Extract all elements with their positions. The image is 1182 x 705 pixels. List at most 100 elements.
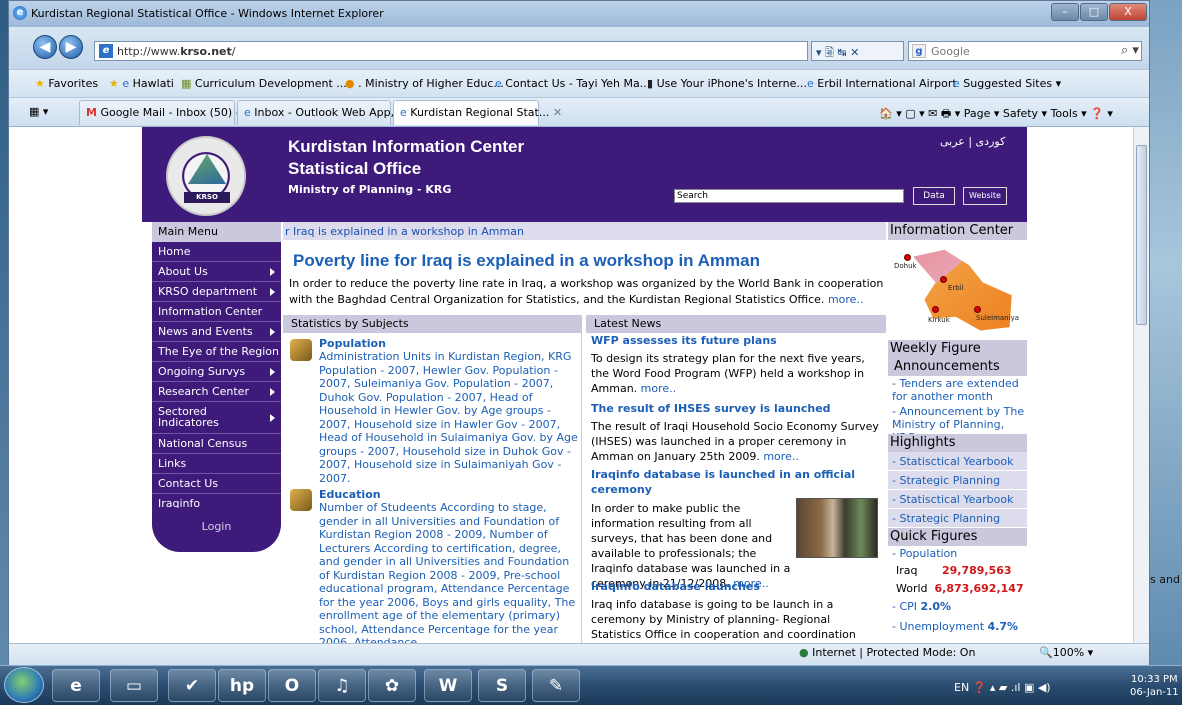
population-title[interactable]: Population <box>319 337 386 350</box>
menu-item-links[interactable]: Links <box>152 454 281 474</box>
weekly-heading: Weekly Figure <box>888 340 1027 358</box>
highlight-item[interactable]: - Statisctical Yearbook <box>888 490 1027 509</box>
start-button[interactable] <box>4 667 44 703</box>
address-bar[interactable]: e http://www.krso.net/ <box>94 41 808 61</box>
map-marker[interactable] <box>974 306 981 313</box>
taskbar-itunes-icon[interactable]: ♫ <box>318 669 366 702</box>
population-links[interactable]: Administration Units in Kurdistan Region… <box>319 350 581 485</box>
taskbar-word-icon[interactable]: W <box>424 669 472 702</box>
quick-tabs-icon[interactable]: ▦ ▾ <box>29 105 48 118</box>
security-zone[interactable]: ● Internet | Protected Mode: On <box>799 646 975 659</box>
menu-item-research[interactable]: Research Center <box>152 382 281 402</box>
cpi-figure[interactable]: - CPI 2.0% <box>892 600 1026 613</box>
map-marker[interactable] <box>904 254 911 261</box>
favorites-button[interactable]: ★ Favorites <box>35 77 98 90</box>
fav-item-airport[interactable]: e Erbil International Airport <box>807 77 957 90</box>
website-button[interactable]: Website <box>963 187 1007 205</box>
news-body: Iraq info database is going to be launch… <box>591 598 856 641</box>
login-link[interactable]: Login <box>152 520 281 533</box>
ie-icon: e <box>13 6 27 20</box>
more-link[interactable]: more.. <box>641 382 677 395</box>
fav-item-curriculum[interactable]: ▦ Curriculum Development ... <box>181 77 347 90</box>
news-title[interactable]: Iraqinfo database is launched in an offi… <box>591 467 871 497</box>
headline[interactable]: Poverty line for Iraq is explained in a … <box>293 251 760 271</box>
submenu-arrow-icon <box>270 268 275 276</box>
language-indicator[interactable]: EN <box>954 681 969 694</box>
map-label: Dohuk <box>894 262 917 270</box>
kurdistan-map[interactable]: Dohuk Erbil Kirkuk Suleimaniya <box>888 240 1027 340</box>
title-bar[interactable]: e Kurdistan Regional Statistical Office … <box>9 1 1149 27</box>
language-links[interactable]: كوردى | عربى <box>940 135 1005 148</box>
fav-item-hawlati[interactable]: ★ e Hawlati <box>109 77 174 90</box>
more-link[interactable]: more.. <box>763 450 799 463</box>
more-link[interactable]: more.. <box>828 293 864 306</box>
news-title[interactable]: Iraqinfo database launches <box>591 579 881 594</box>
krso-site: KRSO Kurdistan Information Center Statis… <box>142 127 1027 643</box>
menu-item-surveys[interactable]: Ongoing Survys <box>152 362 281 382</box>
system-tray[interactable]: EN ❓ ▴ ▰ .ıl ▣ ◀) <box>954 681 1051 694</box>
menu-item-info-center[interactable]: Information Center <box>152 302 281 322</box>
site-subtitle: Statistical Office <box>288 159 422 178</box>
menu-item-contact[interactable]: Contact Us <box>152 474 281 494</box>
menu-item-home[interactable]: Home <box>152 242 281 262</box>
forward-button[interactable]: ▶ <box>59 35 83 59</box>
highlight-item[interactable]: - Strategic Planning <box>888 509 1027 528</box>
menu-item-news[interactable]: News and Events <box>152 322 281 342</box>
menu-item-eye[interactable]: The Eye of the Region <box>152 342 281 362</box>
announcements-heading: Announcements <box>888 358 1027 376</box>
menu-item-about[interactable]: About Us <box>152 262 281 282</box>
main-menu-heading: Main Menu <box>152 222 281 242</box>
menu-item-sectored[interactable]: Sectored Indicatores <box>152 402 281 434</box>
search-icon[interactable]: ⌕ ▾ <box>1121 43 1139 58</box>
minimize-button[interactable]: – <box>1051 3 1079 21</box>
fav-item-iphone[interactable]: ▮ Use Your iPhone's Interne... <box>647 77 807 90</box>
command-bar[interactable]: 🏠 ▾ ▢ ▾ ✉ 🖶 ▾ Page ▾ Safety ▾ Tools ▾ ❓ … <box>879 105 1113 124</box>
taskbar-paint-icon[interactable]: ✎ <box>532 669 580 702</box>
menu-item-census[interactable]: National Census <box>152 434 281 454</box>
desktop-text: s and <box>1150 573 1180 586</box>
news-title[interactable]: The result of IHSES survey is launched <box>591 401 881 416</box>
taskbar-explorer-icon[interactable]: ▭ <box>110 669 158 702</box>
news-ticker[interactable]: r Iraq is explained in a workshop in Amm… <box>283 222 886 240</box>
news-heading: Latest News <box>586 315 886 333</box>
highlight-item[interactable]: - Strategic Planning <box>888 471 1027 490</box>
fav-item-contact[interactable]: e Contact Us - Tayi Yeh Ma... <box>495 77 650 90</box>
ceremony-photo[interactable] <box>796 498 878 558</box>
menu-item-department[interactable]: KRSO department <box>152 282 281 302</box>
highlights-heading: Highlights <box>888 434 1027 452</box>
tab-krso[interactable]: e Kurdistan Regional Stat... ✕ <box>393 100 562 125</box>
taskbar-office-icon[interactable]: O <box>268 669 316 702</box>
maximize-button[interactable]: □ <box>1080 3 1108 21</box>
submenu-arrow-icon <box>270 328 275 336</box>
clock[interactable]: 10:33 PM 06-Jan-11 <box>1130 673 1179 699</box>
taskbar-check-icon[interactable]: ✔ <box>168 669 216 702</box>
tab-outlook[interactable]: e Inbox - Outlook Web App, ... <box>237 100 408 125</box>
zoom-control[interactable]: 🔍100% ▾ <box>1039 646 1093 659</box>
browser-window: e Kurdistan Regional Statistical Office … <box>8 0 1150 665</box>
highlight-item[interactable]: - Statisctical Yearbook <box>888 452 1027 471</box>
fav-item-suggested[interactable]: e Suggested Sites ▾ <box>953 77 1061 90</box>
scroll-thumb[interactable] <box>1136 145 1147 325</box>
krso-logo[interactable]: KRSO <box>166 136 246 216</box>
data-button[interactable]: Data <box>913 187 955 205</box>
taskbar-hp-icon[interactable]: hp <box>218 669 266 702</box>
unemployment-figure[interactable]: - Unemployment 4.7% <box>892 620 1026 633</box>
map-marker[interactable] <box>940 276 947 283</box>
education-links[interactable]: Number of Studeents According to stage, … <box>319 501 581 643</box>
site-search-input[interactable]: Search <box>674 189 904 203</box>
population-label[interactable]: - Population <box>892 547 1026 560</box>
fav-item-ministry[interactable]: ● . Ministry of Higher Educ... <box>345 77 504 90</box>
taskbar-ie-icon[interactable]: e <box>52 669 100 702</box>
tab-gmail[interactable]: M Google Mail - Inbox (50) - j... <box>79 100 257 125</box>
search-input[interactable]: g Google ⌕ ▾ <box>908 41 1142 61</box>
address-tools[interactable]: ▾ 🗟 ↹ ✕ <box>811 41 904 61</box>
close-button[interactable]: X <box>1109 3 1147 21</box>
map-marker[interactable] <box>932 306 939 313</box>
education-title[interactable]: Education <box>319 488 381 501</box>
back-button[interactable]: ◀ <box>33 35 57 59</box>
vertical-scrollbar[interactable] <box>1133 127 1149 643</box>
news-title[interactable]: WFP assesses its future plans <box>591 333 881 348</box>
taskbar-skype-icon[interactable]: S <box>478 669 526 702</box>
announcement-item[interactable]: - Tenders are extended for another month <box>892 377 1026 403</box>
taskbar-messenger-icon[interactable]: ✿ <box>368 669 416 702</box>
